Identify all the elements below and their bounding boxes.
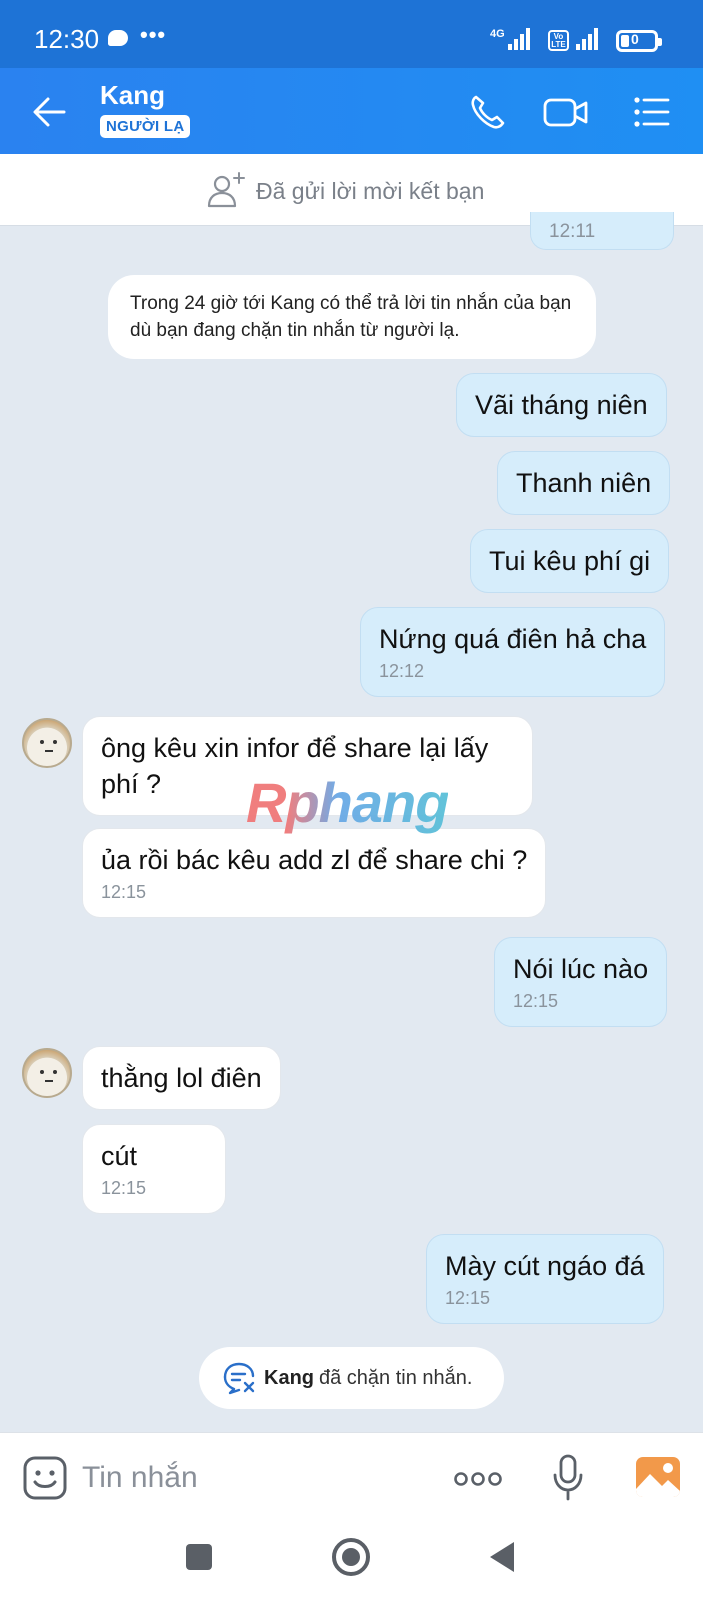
- recent-apps-icon[interactable]: [186, 1544, 212, 1570]
- message-text: Vãi tháng niên: [475, 390, 648, 420]
- message-bubble-sent[interactable]: Nứng quá điên hả cha 12:12: [360, 607, 666, 697]
- message-text: Nói lúc nào: [513, 954, 649, 984]
- back-arrow-icon[interactable]: [28, 90, 72, 134]
- message-bubble-sent[interactable]: Tui kêu phí gi: [470, 529, 670, 593]
- status-time: 12:30: [34, 24, 100, 54]
- chat-header: Kang NGƯỜI LẠ: [0, 68, 703, 154]
- more-notifications-icon: •••: [140, 22, 167, 47]
- message-time: 12:11: [549, 221, 596, 242]
- system-nav-bar: [0, 1522, 703, 1600]
- message-bubble-sent[interactable]: Vãi tháng niên: [456, 373, 667, 437]
- watermark: Rphang: [246, 771, 449, 834]
- composer-bar: [0, 1432, 703, 1522]
- message-bubble-received[interactable]: ủa rồi bác kêu add zl để share chi ? 12:…: [82, 828, 547, 918]
- microphone-icon[interactable]: [550, 1453, 586, 1503]
- chat-notification-icon: [108, 30, 128, 46]
- sticker-icon[interactable]: [22, 1455, 68, 1501]
- battery-icon: 0: [616, 30, 662, 52]
- block-message-icon: [223, 1362, 255, 1395]
- image-picker-icon[interactable]: [634, 1455, 682, 1499]
- add-friend-icon: [207, 172, 245, 208]
- message-bubble-sent[interactable]: Nói lúc nào 12:15: [494, 937, 668, 1027]
- more-options-icon[interactable]: [452, 1459, 504, 1499]
- blocked-by-name: Kang: [264, 1367, 314, 1389]
- message-text: Tui kêu phí gi: [489, 546, 651, 576]
- contact-avatar[interactable]: [22, 718, 72, 768]
- message-text: ủa rồi bác kêu add zl để share chi ?: [101, 845, 528, 875]
- message-text: Thanh niên: [516, 468, 652, 498]
- message-text: cút: [101, 1141, 138, 1171]
- signal-2-icon: [576, 28, 600, 50]
- network-type-label: 4G: [490, 28, 505, 40]
- home-icon[interactable]: [332, 1538, 370, 1576]
- message-time: 12:15: [445, 1288, 491, 1308]
- message-text: Mày cút ngáo đá: [445, 1251, 645, 1281]
- message-time: 12:15: [513, 991, 559, 1011]
- message-time: 12:15: [101, 882, 147, 902]
- message-bubble-partial: 12:11: [530, 212, 674, 250]
- message-time: 12:15: [101, 1178, 147, 1198]
- message-bubble-sent[interactable]: Thanh niên: [497, 451, 671, 515]
- message-text: thằng lol điên: [101, 1063, 262, 1093]
- system-back-icon[interactable]: [490, 1542, 514, 1572]
- message-bubble-received[interactable]: thằng lol điên: [82, 1046, 281, 1110]
- contact-avatar[interactable]: [22, 1048, 72, 1098]
- message-time: 12:12: [379, 661, 425, 681]
- system-note: Trong 24 giờ tới Kang có thể trả lời tin…: [108, 275, 596, 359]
- video-call-icon[interactable]: [542, 90, 590, 134]
- friend-request-sent-text: Đã gửi lời mời kết bạn: [256, 178, 485, 204]
- message-bubble-sent[interactable]: Mày cút ngáo đá 12:15: [426, 1234, 664, 1324]
- message-bubble-received[interactable]: cút 12:15: [82, 1124, 226, 1214]
- blocked-text: đã chặn tin nhắn.: [319, 1367, 473, 1389]
- contact-name[interactable]: Kang: [100, 80, 165, 111]
- signal-1-icon: [508, 28, 532, 50]
- phone-icon[interactable]: [466, 90, 510, 134]
- volte-icon: Vo LTE: [548, 30, 569, 51]
- message-text: Nứng quá điên hả cha: [379, 624, 647, 654]
- message-input[interactable]: [82, 1453, 422, 1503]
- menu-icon[interactable]: [630, 90, 674, 134]
- blocked-notice: Kang đã chặn tin nhắn.: [199, 1347, 504, 1409]
- status-bar: 12:30 ••• 4G Vo LTE 0: [0, 0, 703, 68]
- battery-level: 0: [631, 31, 639, 47]
- stranger-badge: NGƯỜI LẠ: [100, 115, 191, 138]
